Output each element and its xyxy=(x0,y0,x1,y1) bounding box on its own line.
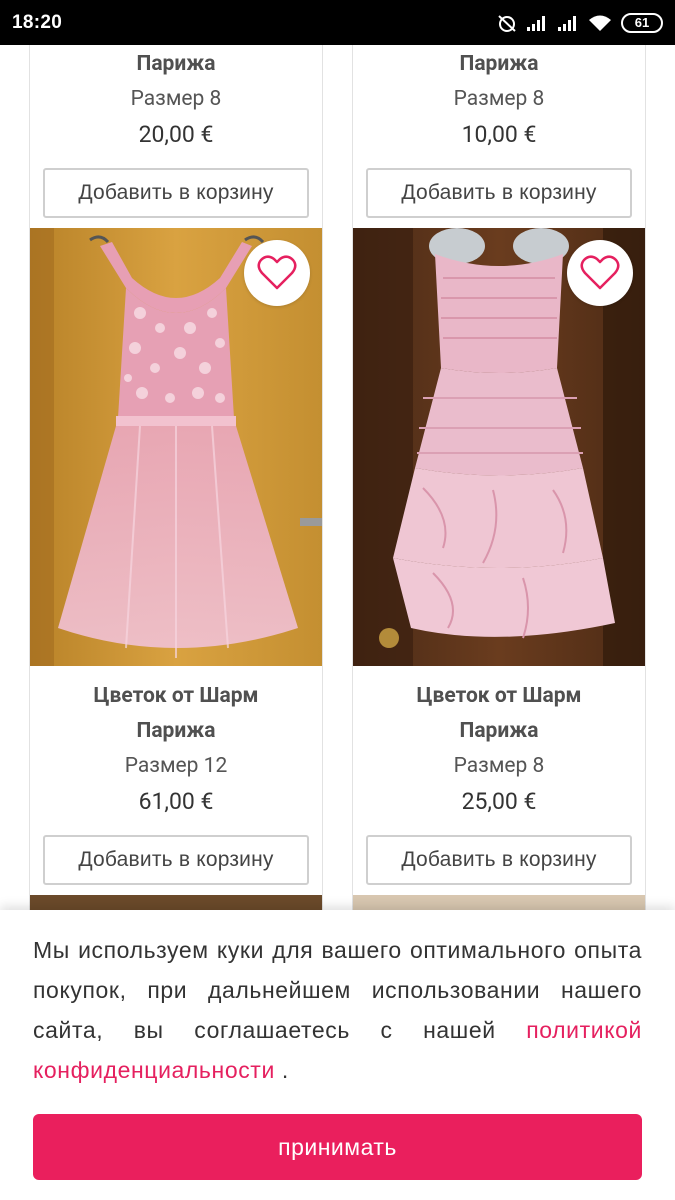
product-card: Цветок от Шарм Парижа Размер 12 61,00 € … xyxy=(29,228,323,895)
status-time: 18:20 xyxy=(12,11,63,33)
favorite-button[interactable] xyxy=(567,240,633,306)
product-image[interactable] xyxy=(30,228,322,666)
wifi-icon xyxy=(589,15,611,31)
product-size: Размер 8 xyxy=(453,87,545,111)
signal-icon xyxy=(558,15,576,31)
add-to-cart-button[interactable]: Добавить в корзину xyxy=(43,835,309,885)
favorite-button[interactable] xyxy=(244,240,310,306)
product-title-line2: Парижа xyxy=(459,719,539,743)
product-price: 20,00 € xyxy=(138,121,214,148)
heart-outline-icon xyxy=(580,255,620,290)
product-title-line1: Цветок от Шарм xyxy=(416,684,582,708)
product-card: Парижа Размер 8 20,00 € Добавить в корзи… xyxy=(29,45,323,228)
accept-cookies-button[interactable]: принимать xyxy=(33,1114,642,1180)
product-size: Размер 12 xyxy=(124,754,228,778)
add-to-cart-button[interactable]: Добавить в корзину xyxy=(43,168,309,218)
product-title-line2: Парижа xyxy=(136,719,216,743)
product-card: Цветок от Шарм Парижа Размер 8 25,00 € Д… xyxy=(352,228,646,895)
battery-indicator: 61 xyxy=(621,12,663,33)
add-to-cart-button[interactable]: Добавить в корзину xyxy=(366,835,632,885)
product-image[interactable] xyxy=(353,228,645,666)
cookie-banner: Мы используем куки для вашего оптимально… xyxy=(0,910,675,1200)
product-card: Парижа Размер 8 10,00 € Добавить в корзи… xyxy=(352,45,646,228)
product-size: Размер 8 xyxy=(453,754,545,778)
add-to-cart-button[interactable]: Добавить в корзину xyxy=(366,168,632,218)
product-price: 10,00 € xyxy=(461,121,537,148)
heart-outline-icon xyxy=(257,255,297,290)
signal-icon xyxy=(527,15,545,31)
product-title-line1: Цветок от Шарм xyxy=(93,684,259,708)
status-icons: 61 xyxy=(497,12,663,33)
product-price: 25,00 € xyxy=(461,788,537,815)
product-size: Размер 8 xyxy=(130,87,222,111)
product-title-line2: Парижа xyxy=(459,52,539,76)
product-price: 61,00 € xyxy=(138,788,214,815)
cookie-text-end: . xyxy=(274,1057,289,1083)
status-bar: 18:20 61 xyxy=(0,0,675,45)
alarm-off-icon xyxy=(498,14,516,32)
product-title-line2: Парижа xyxy=(136,52,216,76)
cookie-text: Мы используем куки для вашего оптимально… xyxy=(33,930,642,1090)
